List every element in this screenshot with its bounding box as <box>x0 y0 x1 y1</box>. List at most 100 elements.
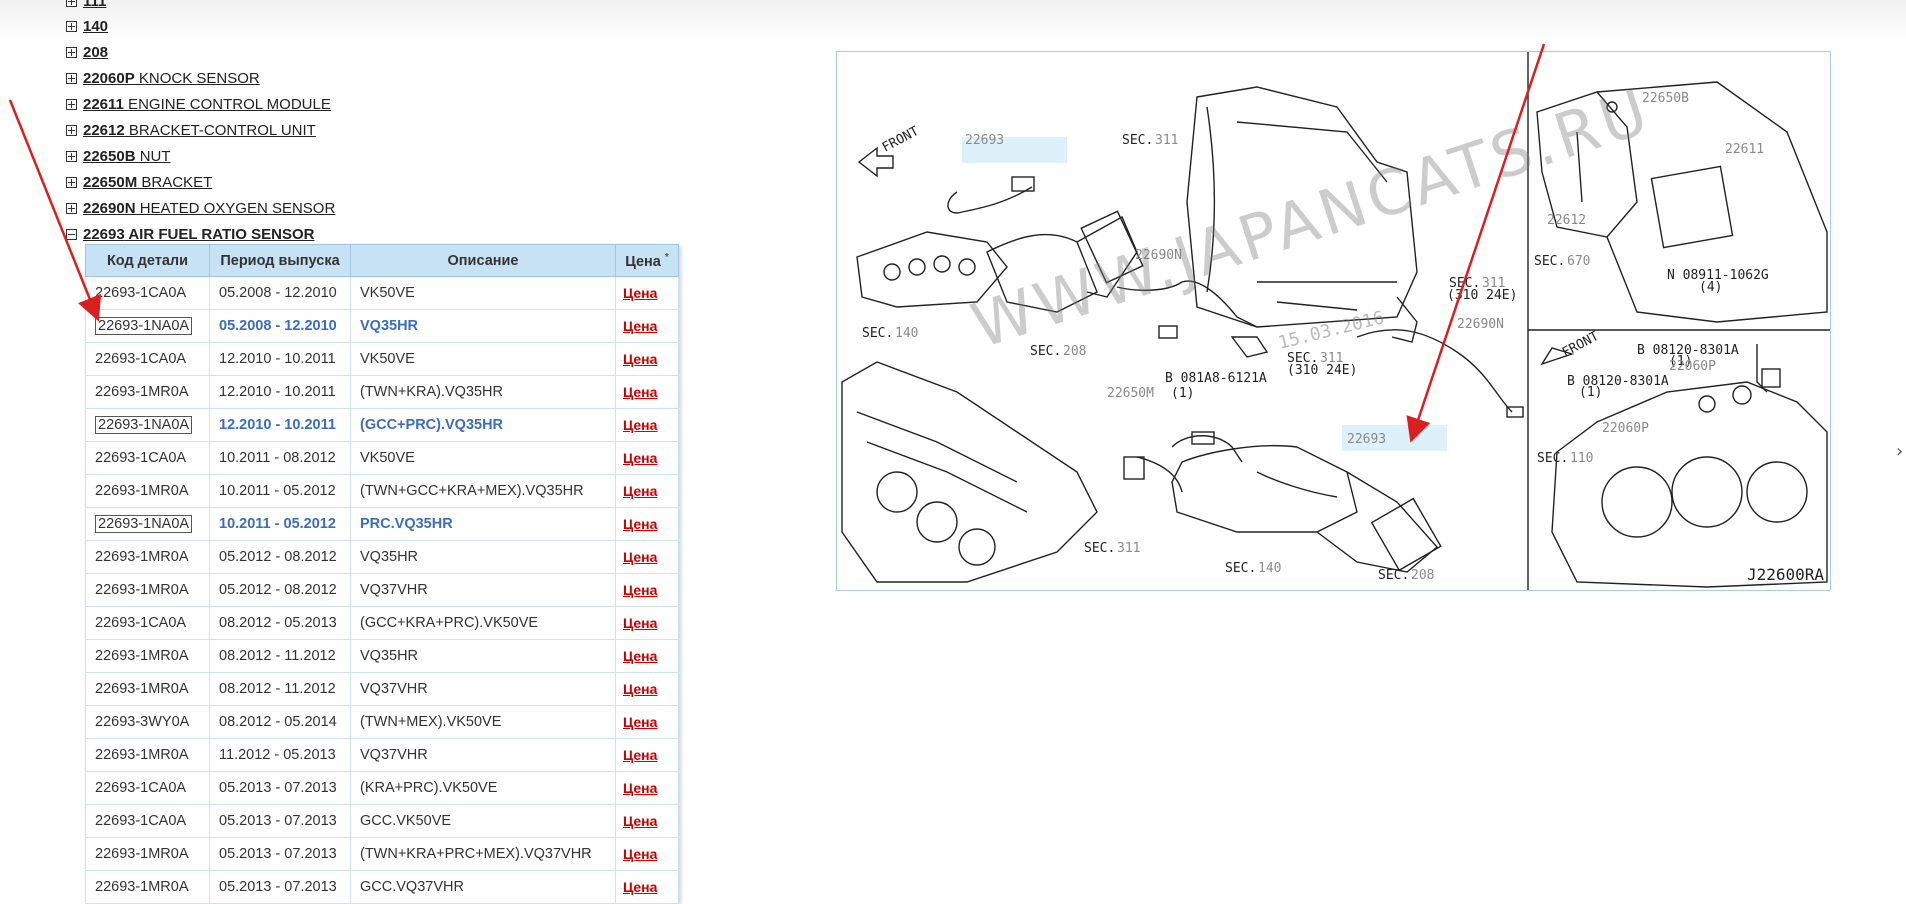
col-header-code[interactable]: Код детали <box>85 244 210 277</box>
tree-item: 140 <box>66 15 108 37</box>
price-link[interactable]: Цена <box>623 714 657 730</box>
tree-item-link[interactable]: 22693 AIR FUEL RATIO SENSOR <box>83 226 314 243</box>
part-code-text: 22693-1MR0A <box>95 483 189 499</box>
cell-description: PRC.VQ35HR <box>350 507 616 541</box>
price-link[interactable]: Цена <box>623 780 657 796</box>
expand-icon[interactable] <box>66 72 77 84</box>
cell-description: GCC.VK50VE <box>350 804 616 838</box>
expand-icon[interactable] <box>66 150 77 162</box>
tree-item-link[interactable]: 140 <box>83 18 108 35</box>
table-row[interactable]: 22693-1MR0A 08.2012 - 11.2012 VQ37VHR Цена <box>85 672 679 706</box>
table-row[interactable]: 22693-1NA0A 10.2011 - 05.2012 PRC.VQ35HR Це… <box>85 507 679 541</box>
price-link[interactable]: Цена <box>623 384 657 400</box>
expand-icon[interactable] <box>66 98 77 110</box>
expand-icon[interactable] <box>66 202 77 214</box>
label-sec-140-b[interactable]: 140 <box>1258 561 1281 576</box>
part-code-text: 22693-1CA0A <box>95 780 187 796</box>
price-link[interactable]: Цена <box>623 615 657 631</box>
expand-icon[interactable] <box>66 176 77 188</box>
price-link[interactable]: Цена <box>623 582 657 598</box>
tree-item-link[interactable]: 22060P KNOCK SENSOR <box>83 70 260 87</box>
col-header-period[interactable]: Период выпуска <box>209 244 351 277</box>
table-row[interactable]: 22693-1CA0A 12.2010 - 10.2011 VK50VE Цена <box>85 342 679 376</box>
label-sec-208-b[interactable]: 208 <box>1411 568 1434 583</box>
price-link[interactable]: Цена <box>623 450 657 466</box>
expand-icon[interactable] <box>66 20 77 32</box>
table-row[interactable]: 22693-1CA0A 08.2012 - 05.2013 (GCC+KRA+PRC… <box>85 606 679 640</box>
table-row[interactable]: 22693-1NA0A 12.2010 - 10.2011 (GCC+PRC).VQ… <box>85 408 679 442</box>
price-link[interactable]: Цена <box>623 285 657 301</box>
tree-item-link[interactable]: 208 <box>83 44 108 61</box>
price-link[interactable]: Цена <box>623 879 657 895</box>
table-row[interactable]: 22693-1MR0A 12.2010 - 10.2011 (TWN+KRA).VQ… <box>85 375 679 409</box>
price-link[interactable]: Цена <box>623 747 657 763</box>
expand-icon[interactable] <box>66 0 77 7</box>
tree-item-link[interactable]: 22650M BRACKET <box>83 174 212 191</box>
price-link[interactable]: Цена <box>623 516 657 532</box>
cell-period: 05.2012 - 08.2012 <box>209 540 351 574</box>
label-sec-140-a[interactable]: 140 <box>895 326 918 341</box>
cell-part-code: 22693-1MR0A <box>85 540 210 574</box>
label-22060p-b[interactable]: 22060P <box>1602 421 1649 436</box>
cell-price: Цена <box>615 309 679 343</box>
cell-price: Цена <box>615 507 679 541</box>
tree-item-link[interactable]: 111 <box>83 0 106 10</box>
next-chevron-icon[interactable]: › <box>1896 441 1903 462</box>
expand-icon[interactable] <box>66 124 77 136</box>
label-22690n-lower[interactable]: 22690N <box>1457 317 1504 332</box>
table-row[interactable]: 22693-1CA0A 10.2011 - 08.2012 VK50VE Цена <box>85 441 679 475</box>
table-row[interactable]: 22693-1MR0A 11.2012 - 05.2013 VQ37VHR Цена <box>85 738 679 772</box>
table-row[interactable]: 22693-1MR0A 05.2012 - 08.2012 VQ35HR Цена <box>85 540 679 574</box>
table-row[interactable]: 22693-1MR0A 05.2012 - 08.2012 VQ37VHR Цена <box>85 573 679 607</box>
label-22611[interactable]: 22611 <box>1725 142 1764 157</box>
label-bolt-081a8[interactable]: B 081A8-6121A <box>1165 371 1267 386</box>
part-code-text[interactable]: 22693-1NA0A <box>95 416 193 434</box>
label-22612[interactable]: 22612 <box>1547 213 1586 228</box>
part-code-text: 22693-1MR0A <box>95 681 189 697</box>
label-sec-311-a[interactable]: 311 <box>1155 133 1178 148</box>
collapse-icon[interactable] <box>66 228 77 240</box>
price-link[interactable]: Цена <box>623 846 657 862</box>
table-row[interactable]: 22693-1MR0A 08.2012 - 11.2012 VQ35HR Цена <box>85 639 679 673</box>
price-link[interactable]: Цена <box>623 483 657 499</box>
table-row[interactable]: 22693-1MR0A 10.2011 - 05.2012 (TWN+GCC+KRA… <box>85 474 679 508</box>
label-22650m-sub: (1) <box>1171 386 1194 401</box>
col-header-description[interactable]: Описание <box>350 244 616 277</box>
tree-item-link[interactable]: 22611 ENGINE CONTROL MODULE <box>83 96 331 113</box>
price-link[interactable]: Цена <box>623 648 657 664</box>
price-link[interactable]: Цена <box>623 417 657 433</box>
label-22650m[interactable]: 22650M <box>1107 386 1154 401</box>
table-row[interactable]: 22693-1NA0A 05.2008 - 12.2010 VQ35HR Цена <box>85 309 679 343</box>
table-row[interactable]: 22693-1CA0A 05.2013 - 07.2013 (KRA+PRC).VK… <box>85 771 679 805</box>
label-22693-lower[interactable]: 22693 <box>1347 432 1386 447</box>
price-link[interactable]: Цена <box>623 549 657 565</box>
part-code-text[interactable]: 22693-1NA0A <box>95 515 193 533</box>
price-link[interactable]: Цена <box>623 813 657 829</box>
parts-diagram[interactable]: FRONT 22693 SEC. 311 22690N SEC. 140 SEC… <box>836 51 1831 591</box>
label-22650b[interactable]: 22650B <box>1642 91 1689 106</box>
table-row[interactable]: 22693-3WY0A 08.2012 - 05.2014 (TWN+MEX).VK… <box>85 705 679 739</box>
table-row[interactable]: 22693-1CA0A 05.2008 - 12.2010 VK50VE Цена <box>85 276 679 310</box>
price-link[interactable]: Цена <box>623 318 657 334</box>
tree-item-link[interactable]: 22612 BRACKET-CONTROL UNIT <box>83 122 316 139</box>
cell-price: Цена <box>615 441 679 475</box>
part-code-text[interactable]: 22693-1NA0A <box>95 317 193 335</box>
label-sec-670[interactable]: 670 <box>1567 254 1590 269</box>
price-link[interactable]: Цена <box>623 681 657 697</box>
expand-icon[interactable] <box>66 46 77 58</box>
table-row[interactable]: 22693-1CA0A 05.2013 - 07.2013 GCC.VK50VE Це… <box>85 804 679 838</box>
col-header-price[interactable]: Цена * <box>615 244 679 277</box>
tree-item-link[interactable]: 22690N HEATED OXYGEN SENSOR <box>83 200 335 217</box>
label-sec-110[interactable]: 110 <box>1570 451 1593 466</box>
tree-item-name: ENGINE CONTROL MODULE <box>123 95 331 113</box>
price-link[interactable]: Цена <box>623 351 657 367</box>
cell-price: Цена <box>615 771 679 805</box>
label-sec-311-d[interactable]: 311 <box>1117 541 1140 556</box>
cell-price: Цена <box>615 705 679 739</box>
tree-item-code: 111 <box>83 0 107 10</box>
label-22060p-a[interactable]: 22060P <box>1669 359 1716 374</box>
table-row[interactable]: 22693-1MR0A 05.2013 - 07.2013 (TWN+KRA+PRC… <box>85 837 679 871</box>
label-sec-208-a[interactable]: 208 <box>1063 344 1086 359</box>
label-22693-upper[interactable]: 22693 <box>965 133 1004 148</box>
tree-item-link[interactable]: 22650B NUT <box>83 148 171 165</box>
